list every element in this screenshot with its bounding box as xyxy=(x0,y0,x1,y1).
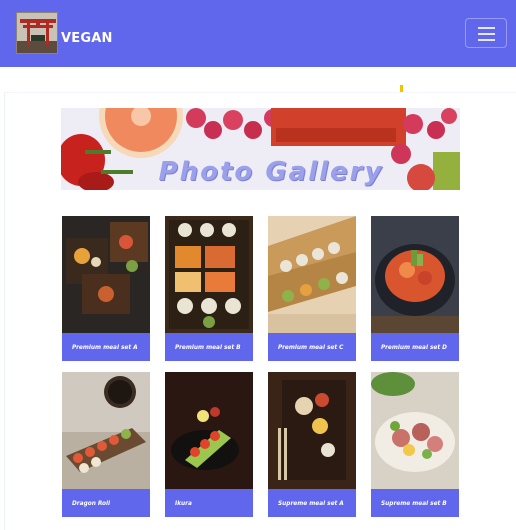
accent-mark xyxy=(400,85,403,92)
gallery-photo[interactable] xyxy=(268,372,356,489)
photo-gallery-banner: Photo Gallery xyxy=(61,108,460,190)
gallery-caption: Supreme meal set A xyxy=(268,489,356,517)
gallery-card[interactable]: Supreme meal set A xyxy=(268,372,356,517)
gallery-card[interactable]: Premium meal set A xyxy=(62,216,150,361)
banner-title: Photo Gallery xyxy=(158,157,384,187)
hamburger-menu-icon[interactable] xyxy=(465,18,507,48)
gallery-photo[interactable] xyxy=(165,372,253,489)
gallery-card[interactable]: Premium meal set D xyxy=(371,216,459,361)
gallery-photo[interactable] xyxy=(268,216,356,333)
gallery-caption: Premium meal set A xyxy=(62,333,150,361)
gallery-caption: Premium meal set D xyxy=(371,333,459,361)
gallery-photo[interactable] xyxy=(62,372,150,489)
gallery-photo[interactable] xyxy=(371,216,459,333)
brand-name[interactable]: VEGAN xyxy=(61,31,113,46)
gallery-card[interactable]: Ikura xyxy=(165,372,253,517)
torii-gate-icon xyxy=(17,13,57,53)
gallery-caption: Supreme meal set B xyxy=(371,489,459,517)
gallery-caption: Premium meal set B xyxy=(165,333,253,361)
gallery-caption: Ikura xyxy=(165,489,253,517)
gallery-card[interactable]: Dragon Roll xyxy=(62,372,150,517)
gallery-caption: Dragon Roll xyxy=(62,489,150,517)
logo-image[interactable] xyxy=(16,12,58,54)
gallery-photo[interactable] xyxy=(371,372,459,489)
gallery-photo[interactable] xyxy=(62,216,150,333)
navbar: VEGAN xyxy=(0,0,516,67)
gallery-caption: Premium meal set C xyxy=(268,333,356,361)
gallery-card[interactable]: Premium meal set C xyxy=(268,216,356,361)
gallery-photo[interactable] xyxy=(165,216,253,333)
gallery-card[interactable]: Supreme meal set B xyxy=(371,372,459,517)
gallery-card[interactable]: Premium meal set B xyxy=(165,216,253,361)
